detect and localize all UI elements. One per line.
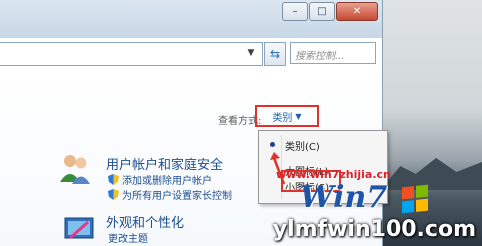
shield-icon: [108, 174, 119, 185]
title-bar: – □ ✕: [0, 0, 382, 38]
link-change-theme[interactable]: 更改主题: [108, 230, 148, 245]
link-label: 更改主题: [108, 234, 148, 245]
minimize-button[interactable]: –: [282, 2, 308, 21]
menu-item-category[interactable]: 类别(C): [285, 138, 320, 154]
link-add-remove-users[interactable]: 添加或删除用户帐户: [108, 172, 212, 187]
view-by-dropdown[interactable]: 类别 ▼: [255, 105, 319, 127]
shield-icon: [108, 189, 119, 200]
close-button[interactable]: ✕: [336, 2, 378, 21]
watermark-brand: Win7: [300, 180, 388, 215]
link-parental-controls[interactable]: 为所有用户设置家长控制: [108, 187, 232, 202]
view-by-value: 类别: [272, 112, 293, 124]
caption-buttons: – □ ✕: [281, 2, 378, 21]
selected-radio-icon: [270, 142, 275, 147]
appearance-icon: [64, 217, 94, 240]
chevron-down-icon: ▼: [295, 111, 302, 121]
section-title-user-accounts[interactable]: 用户帐户和家庭安全: [106, 154, 223, 173]
search-input[interactable]: 搜索控制...: [290, 42, 376, 64]
refresh-icon: ⇆: [269, 47, 281, 61]
windows-logo-icon: [402, 184, 428, 214]
section-title-appearance[interactable]: 外观和个性化: [106, 212, 184, 231]
maximize-button[interactable]: □: [309, 2, 335, 21]
address-bar[interactable]: [0, 42, 263, 66]
link-label: 为所有用户设置家长控制: [122, 191, 232, 202]
refresh-button[interactable]: ⇆: [264, 42, 286, 66]
link-label: 添加或删除用户帐户: [122, 176, 212, 187]
address-dropdown-icon[interactable]: ▼: [244, 44, 258, 62]
user-accounts-icon: [60, 155, 90, 184]
watermark-bottom: ylmfwin100.com: [272, 217, 476, 242]
